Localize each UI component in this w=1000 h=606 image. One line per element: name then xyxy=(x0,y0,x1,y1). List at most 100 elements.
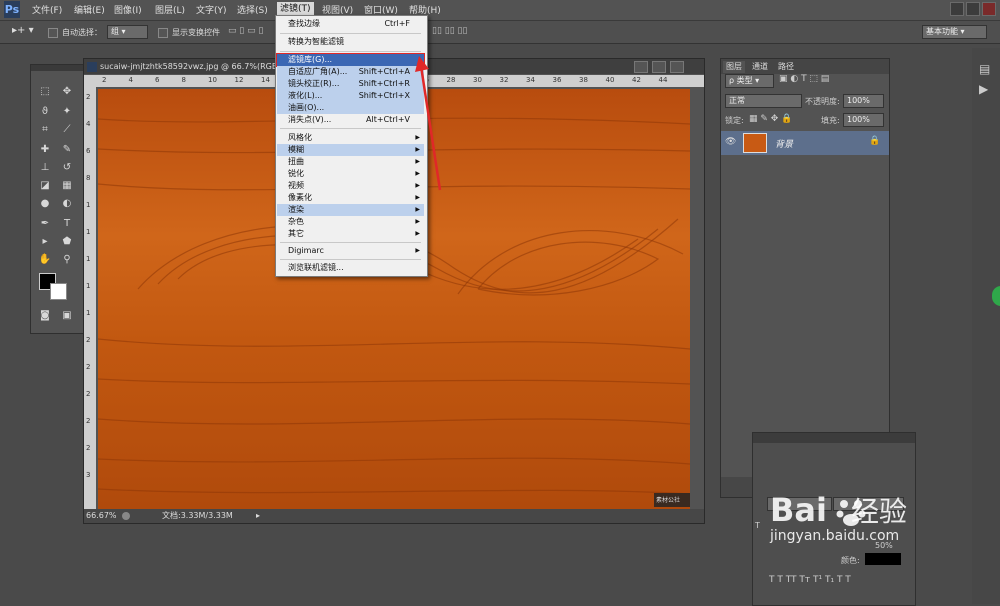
zoom-level[interactable]: 66.67% xyxy=(86,509,117,523)
layer-name[interactable]: 背景 xyxy=(775,137,793,150)
doc-close-icon[interactable] xyxy=(670,61,684,73)
healing-brush-icon[interactable]: ✚ xyxy=(37,143,53,157)
tab-channels[interactable]: 通道 xyxy=(749,61,771,73)
options-bar: ▸+ ▾ 自动选择： 组 ▾ 显示变换控件 ▭ ▯ ▭ ▯ ▯▯ ▯▯ ▯▯ 基… xyxy=(0,21,1000,44)
screen-mode-icon[interactable]: ▣ xyxy=(59,309,75,323)
distribute-icons[interactable]: ▯▯ ▯▯ ▯▯ xyxy=(432,26,467,36)
status-menu-arrow-icon[interactable]: ▸ xyxy=(256,509,260,523)
filter-liquify[interactable]: 液化(L)... Shift+Ctrl+X xyxy=(277,90,424,102)
filter-convert-smart[interactable]: 转换为智能滤镜 xyxy=(277,36,424,48)
blur-tool-icon[interactable]: ● xyxy=(37,197,53,211)
dodge-tool-icon[interactable]: ◐ xyxy=(59,197,75,211)
layer-filter-icons[interactable]: ▣ ◐ T ⬚ ▤ xyxy=(779,74,829,84)
filter-lens-correction[interactable]: 镜头校正(R)... Shift+Ctrl+R xyxy=(277,78,424,90)
ruler-left-label: 2 xyxy=(86,363,91,371)
menu-image[interactable]: 图像(I) xyxy=(114,3,142,16)
auto-select-dropdown[interactable]: 组 ▾ xyxy=(107,25,148,39)
magic-wand-icon[interactable]: ✦ xyxy=(59,105,75,119)
minimize-icon[interactable] xyxy=(950,2,964,16)
filter-pixelate[interactable]: 像素化 ▶ xyxy=(277,192,424,204)
canvas-stamp: 素材公社 xyxy=(656,497,681,504)
history-brush-icon[interactable]: ↺ xyxy=(59,161,75,175)
filter-video[interactable]: 视频 ▶ xyxy=(277,180,424,192)
filter-distort[interactable]: 扭曲 ▶ xyxy=(277,156,424,168)
gradient-tool-icon[interactable]: ▦ xyxy=(59,179,75,193)
hand-tool-icon[interactable]: ✋ xyxy=(37,253,53,267)
maximize-icon[interactable] xyxy=(966,2,980,16)
filter-shortcut: Shift+Ctrl+A xyxy=(358,67,410,76)
char-panel-header xyxy=(753,433,915,443)
filter-item-label: 视频 xyxy=(288,181,304,190)
layer-row-background[interactable]: 👁 背景 🔒 xyxy=(721,131,889,155)
eraser-icon[interactable]: ◪ xyxy=(37,179,53,193)
show-transform-checkbox[interactable] xyxy=(158,28,168,38)
layer-kind-filter[interactable]: ρ 类型 ▾ xyxy=(725,74,774,88)
layer-thumbnail xyxy=(743,133,767,153)
filter-other[interactable]: 其它 ▶ xyxy=(277,228,424,240)
menu-file[interactable]: 文件(F) xyxy=(32,3,62,16)
filter-oil-paint[interactable]: 油画(O)... xyxy=(277,102,424,114)
show-transform-label: 显示变换控件 xyxy=(172,28,220,37)
ruler-left: 2 4 6 8 1 1 1 1 1 2 2 2 2 2 3 xyxy=(84,87,96,509)
zoom-tool-icon[interactable]: ⚲ xyxy=(59,253,75,267)
shape-tool-icon[interactable]: ⬟ xyxy=(59,235,75,249)
filter-browse-online[interactable]: 浏览联机滤镜... xyxy=(277,262,424,274)
menu-type[interactable]: 文字(Y) xyxy=(196,3,227,16)
auto-select-checkbox[interactable] xyxy=(48,28,58,38)
menu-layer[interactable]: 图层(L) xyxy=(155,3,185,16)
green-badge-icon[interactable] xyxy=(992,286,1000,306)
filter-digimarc[interactable]: Digimarc ▶ xyxy=(277,245,424,257)
filter-stylize[interactable]: 风格化 ▶ xyxy=(277,132,424,144)
filter-item-last[interactable]: 查找边缘 Ctrl+F xyxy=(277,18,424,30)
path-select-icon[interactable]: ▸ xyxy=(37,235,53,249)
tab-layers[interactable]: 图层 xyxy=(723,61,745,73)
layers-tab-bar: 图层 通道 路径 xyxy=(721,59,889,74)
type-tool-icon[interactable]: T xyxy=(59,217,75,231)
ruler-top-label: 34 xyxy=(526,76,535,84)
filter-shortcut: Shift+Ctrl+X xyxy=(358,91,410,100)
brush-tool-icon[interactable]: ✎ xyxy=(59,143,75,157)
lasso-tool-icon[interactable]: ϑ xyxy=(37,105,53,119)
dock-actions-icon[interactable]: ▶ xyxy=(979,82,988,96)
blend-mode-dropdown[interactable]: 正常 xyxy=(725,94,802,108)
filter-blur[interactable]: 模糊 ▶ xyxy=(277,144,424,156)
move-tool-icon[interactable]: ✥ xyxy=(59,85,75,99)
ruler-left-label: 3 xyxy=(86,471,91,479)
filter-gallery[interactable]: 滤镜库(G)... xyxy=(276,53,425,67)
tab-paths[interactable]: 路径 xyxy=(775,61,797,73)
fill-input[interactable]: 100% xyxy=(843,113,884,127)
lock-icons[interactable]: ▦ ✎ ✥ 🔒 xyxy=(749,114,792,124)
text-style-icons[interactable]: T T TT Tт T¹ T₁ T T xyxy=(769,575,851,585)
close-icon[interactable] xyxy=(982,2,996,16)
doc-maximize-icon[interactable] xyxy=(652,61,666,73)
eyedropper-icon[interactable]: ⟋ xyxy=(59,123,75,137)
filter-adaptive-wide-angle[interactable]: 自适应广角(A)... Shift+Ctrl+A xyxy=(277,66,424,78)
quick-mask-icon[interactable]: ◙ xyxy=(37,309,53,323)
doc-minimize-icon[interactable] xyxy=(634,61,648,73)
move-tool-icon[interactable]: ▸+ ▾ xyxy=(12,25,34,36)
filter-noise[interactable]: 杂色 ▶ xyxy=(277,216,424,228)
filter-item-label: 风格化 xyxy=(288,133,312,142)
filter-sharpen[interactable]: 锐化 ▶ xyxy=(277,168,424,180)
filter-vanishing-point[interactable]: 消失点(V)... Alt+Ctrl+V xyxy=(277,114,424,126)
filter-render[interactable]: 渲染 ▶ xyxy=(277,204,424,216)
ruler-left-label: 1 xyxy=(86,201,91,209)
layer-visibility-eye-icon[interactable]: 👁 xyxy=(725,137,736,147)
align-icons[interactable]: ▭ ▯ ▭ ▯ xyxy=(228,26,264,36)
workspace-dropdown[interactable]: 基本功能 ▾ xyxy=(922,25,987,39)
marquee-tool-icon[interactable]: ⬚ xyxy=(37,85,53,99)
clone-stamp-icon[interactable]: ⊥ xyxy=(37,161,53,175)
status-info-icon[interactable] xyxy=(122,512,130,520)
char-color-swatch[interactable] xyxy=(865,553,901,565)
dock-history-icon[interactable]: ▤ xyxy=(979,62,990,76)
crop-tool-icon[interactable]: ⌗ xyxy=(37,123,53,137)
filter-item-label: 其它 xyxy=(288,229,304,238)
filter-item-label: 像素化 xyxy=(288,193,312,202)
pen-tool-icon[interactable]: ✒ xyxy=(37,217,53,231)
filter-item-label: 转换为智能滤镜 xyxy=(288,37,344,46)
opacity-input[interactable]: 100% xyxy=(843,94,884,108)
background-color[interactable] xyxy=(50,283,67,300)
toolbox-header[interactable] xyxy=(31,65,83,71)
menu-select[interactable]: 选择(S) xyxy=(237,3,268,16)
menu-edit[interactable]: 编辑(E) xyxy=(74,3,105,16)
